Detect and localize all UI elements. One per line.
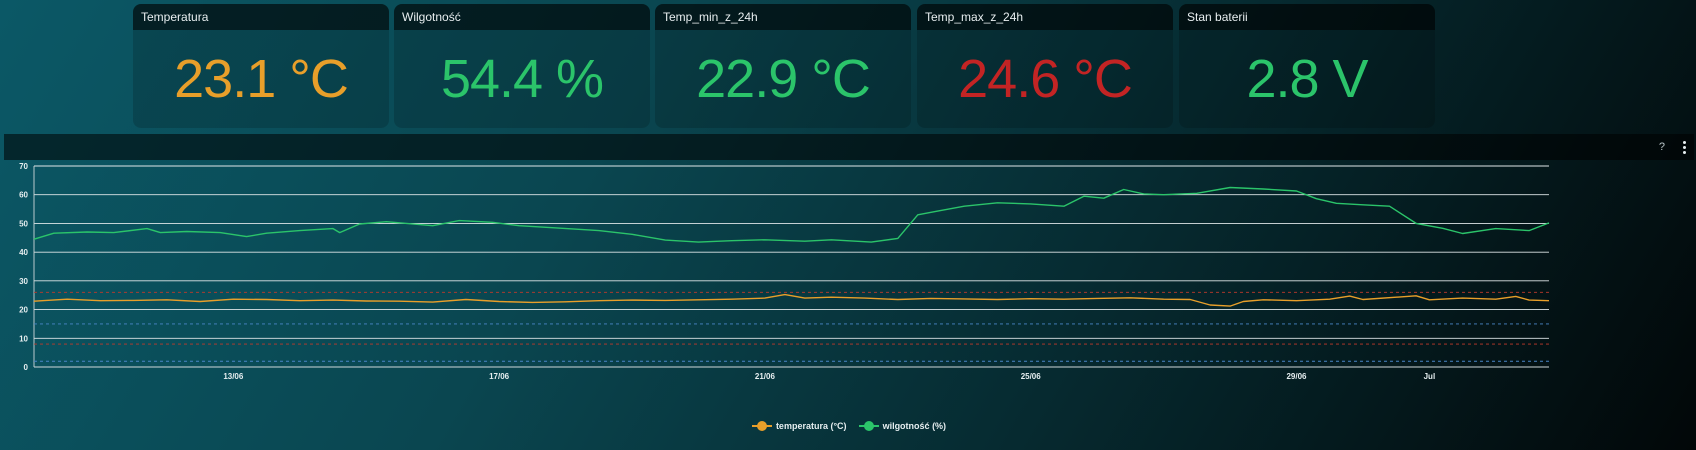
chart-legend: temperatura (°C) wilgotność (%): [4, 421, 1694, 431]
y-tick-label: 30: [19, 277, 28, 286]
legend-swatch: [858, 421, 879, 431]
card-value: 54.4 %: [440, 49, 604, 109]
x-tick-label: 29/06: [1286, 372, 1307, 381]
card-temperatura[interactable]: Temperatura 23.1 °C: [133, 4, 389, 128]
y-tick-label: 70: [19, 162, 28, 171]
chart-panel: ? 0 10 20 30 40 50 60 70 13/06 17/06 21/06 25/06 29…: [4, 134, 1694, 450]
x-tick-label: 13/06: [223, 372, 244, 381]
y-axis-labels: 0 10 20 30 40 50 60 70: [19, 162, 28, 372]
card-title: Temperatura: [133, 4, 389, 30]
series-line-temperatura: [33, 293, 1550, 307]
card-title: Stan baterii: [1179, 4, 1435, 30]
card-stan-baterii[interactable]: Stan baterii 2.8 V: [1179, 4, 1435, 128]
legend-swatch: [751, 421, 772, 431]
card-value: 23.1 °C: [174, 49, 349, 109]
card-title: Wilgotność: [394, 4, 650, 30]
y-tick-label: 10: [19, 334, 28, 343]
y-tick-label: 60: [19, 191, 28, 200]
card-value: 22.9 °C: [696, 49, 871, 109]
line-chart: 0 10 20 30 40 50 60 70 13/06 17/06 21/06 25/06 29/0…: [19, 162, 1550, 381]
panel-tools: ?: [1659, 134, 1686, 160]
y-tick-label: 20: [19, 306, 28, 315]
chart-grid: [33, 165, 1549, 368]
chart-panel-header: ?: [4, 134, 1694, 160]
x-tick-label: 17/06: [489, 372, 510, 381]
chart-series: [33, 186, 1550, 307]
card-title: Temp_min_z_24h: [655, 4, 911, 30]
help-icon[interactable]: ?: [1659, 141, 1665, 153]
card-title: Temp_max_z_24h: [917, 4, 1173, 30]
card-value: 24.6 °C: [958, 49, 1133, 109]
legend-item-temperatura[interactable]: temperatura (°C): [751, 421, 847, 431]
card-wilgotnosc[interactable]: Wilgotność 54.4 %: [394, 4, 650, 128]
y-tick-label: 0: [24, 363, 29, 372]
legend-label: wilgotność (%): [882, 421, 947, 431]
legend-item-wilgotnosc[interactable]: wilgotność (%): [858, 421, 947, 431]
legend-label: temperatura (°C): [775, 421, 847, 431]
card-temp-max[interactable]: Temp_max_z_24h 24.6 °C: [917, 4, 1173, 128]
card-temp-min[interactable]: Temp_min_z_24h 22.9 °C: [655, 4, 911, 128]
series-line-wilgotnosc: [33, 186, 1550, 243]
y-tick-label: 50: [19, 219, 28, 228]
x-tick-label: 25/06: [1021, 372, 1042, 381]
chart-thresholds: [34, 291, 1549, 362]
card-value: 2.8 V: [1246, 49, 1368, 109]
kebab-menu-icon[interactable]: [1683, 140, 1686, 154]
x-axis-labels: 13/06 17/06 21/06 25/06 29/06 Jul: [223, 372, 1435, 381]
y-tick-label: 40: [19, 248, 28, 257]
x-tick-label: Jul: [1424, 372, 1436, 381]
x-tick-label: 21/06: [755, 372, 776, 381]
